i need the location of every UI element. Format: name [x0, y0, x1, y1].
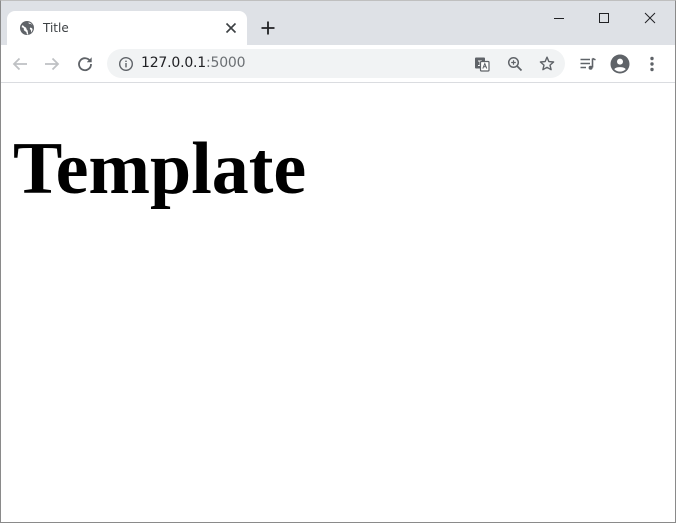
tab-strip: Title: [1, 1, 675, 45]
zoom-icon[interactable]: [506, 55, 524, 73]
tab-title: Title: [43, 21, 69, 35]
profile-icon[interactable]: [610, 54, 630, 74]
bookmark-star-icon[interactable]: [538, 55, 556, 73]
browser-window: Title 127.0.0.1:5000 Template: [0, 0, 676, 523]
globe-icon: [19, 20, 35, 36]
close-icon[interactable]: [223, 20, 239, 36]
maximize-icon[interactable]: [593, 7, 615, 29]
url-host: 127.0.0.1: [141, 55, 206, 71]
back-arrow-icon[interactable]: [10, 54, 30, 74]
url-port: :5000: [206, 55, 246, 71]
media-control-icon[interactable]: [578, 54, 598, 74]
plus-icon[interactable]: [259, 19, 277, 37]
info-icon[interactable]: [118, 56, 134, 72]
address-url[interactable]: 127.0.0.1:5000: [141, 55, 246, 72]
page-heading: Template: [13, 128, 307, 210]
forward-arrow-icon[interactable]: [42, 54, 62, 74]
address-bar[interactable]: 127.0.0.1:5000: [107, 49, 565, 78]
page-viewport: Template: [1, 83, 675, 522]
translate-icon[interactable]: [473, 55, 491, 73]
tab-active[interactable]: Title: [7, 11, 247, 45]
browser-toolbar: 127.0.0.1:5000: [1, 45, 675, 83]
reload-icon[interactable]: [75, 54, 95, 74]
menu-dots-icon[interactable]: [642, 54, 662, 74]
minimize-icon[interactable]: [548, 7, 570, 29]
window-close-icon[interactable]: [639, 7, 661, 29]
